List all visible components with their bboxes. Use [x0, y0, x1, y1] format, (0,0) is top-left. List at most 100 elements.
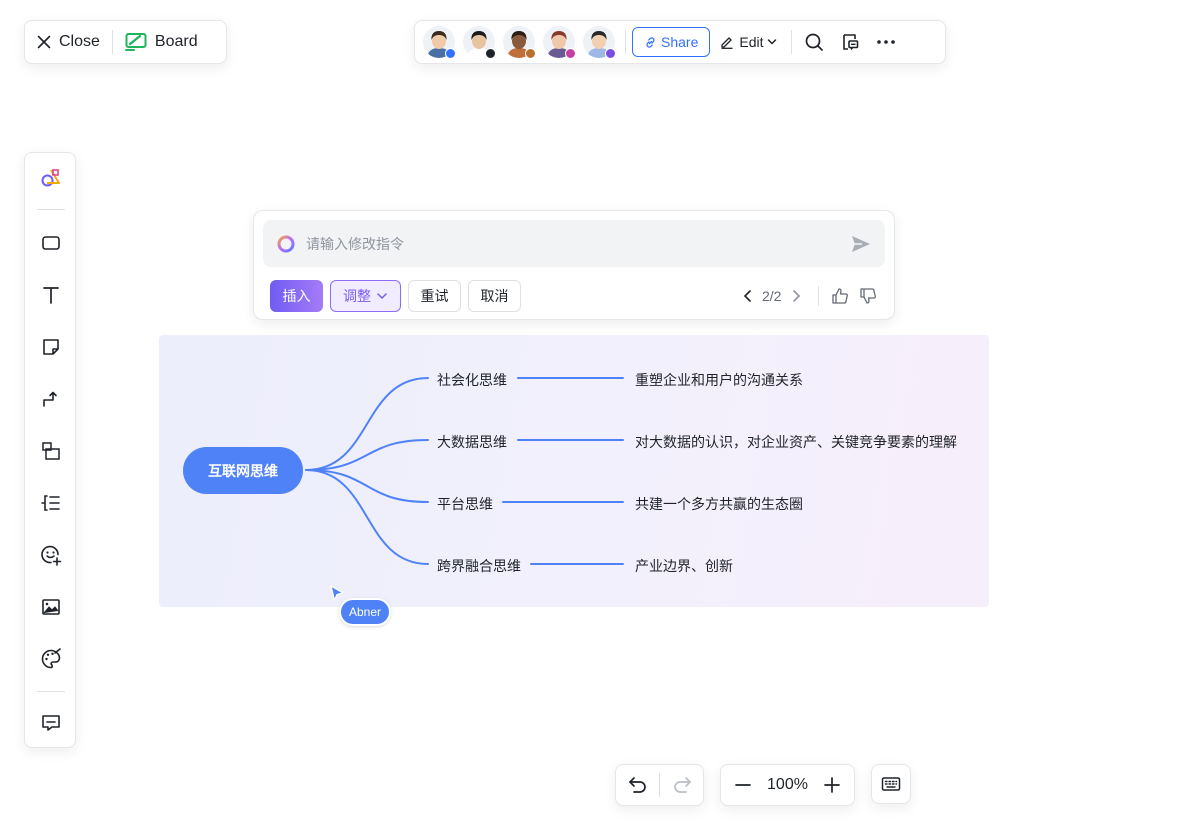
board-button[interactable]: Board	[113, 20, 210, 64]
pen-icon	[721, 37, 733, 49]
image-icon	[42, 599, 60, 615]
keyboard-icon	[881, 777, 901, 791]
divider	[37, 691, 65, 692]
undo-icon	[628, 777, 646, 793]
zoom-level[interactable]: 100%	[767, 776, 808, 794]
link-icon	[646, 36, 655, 48]
image-tool[interactable]	[25, 587, 77, 627]
presence-status-dot	[485, 48, 496, 59]
cursor-pointer-icon	[330, 585, 344, 601]
history-controls	[615, 764, 704, 806]
frame-icon	[42, 442, 60, 460]
branch-node[interactable]: 跨界融合思维	[437, 556, 521, 576]
comments-panel-button[interactable]	[832, 24, 868, 60]
branch-node[interactable]: 大数据思维	[437, 432, 507, 452]
divider	[791, 30, 793, 54]
undo-button[interactable]	[616, 765, 659, 805]
result-pager: 2/2	[762, 288, 782, 304]
branch-node[interactable]: 平台思维	[437, 494, 493, 514]
board-label: Board	[154, 33, 198, 50]
avatar[interactable]	[503, 26, 536, 59]
ai-shapes-tool[interactable]	[25, 158, 77, 198]
sticky-note-tool[interactable]	[25, 327, 77, 367]
close-button[interactable]: Close	[25, 20, 112, 64]
mindmap-icon	[41, 495, 60, 511]
insert-button[interactable]: 插入	[270, 280, 323, 312]
adjust-label: 调整	[343, 288, 371, 304]
redo-button[interactable]	[660, 765, 703, 805]
mindmap-root-node[interactable]: 互联网思维	[183, 447, 303, 494]
divider	[818, 286, 819, 306]
chevron-left-icon[interactable]	[742, 289, 754, 303]
avatar[interactable]	[543, 26, 576, 59]
emoji-sticker-tool[interactable]	[25, 535, 77, 575]
frame-tool[interactable]	[25, 431, 77, 471]
adjust-dropdown[interactable]: 调整	[330, 280, 401, 312]
keyboard-shortcuts-button[interactable]	[871, 764, 911, 804]
zoom-out-button[interactable]	[725, 767, 761, 803]
send-icon[interactable]	[851, 235, 871, 253]
share-button[interactable]: Share	[632, 27, 711, 57]
ai-instruction-input[interactable]	[304, 234, 828, 253]
comment-icon	[42, 715, 60, 731]
chevron-right-icon[interactable]	[790, 289, 802, 303]
collaboration-toolbar: Share Edit	[414, 20, 946, 64]
retry-label: 重试	[420, 288, 449, 304]
rectangle-tool[interactable]	[25, 223, 77, 263]
thumbs-down-icon[interactable]	[859, 287, 877, 305]
close-icon	[37, 35, 51, 49]
presence-status-dot	[525, 48, 536, 59]
edit-mode-dropdown[interactable]: Edit	[710, 27, 787, 57]
text-tool[interactable]	[25, 275, 77, 315]
shapes-logo-icon	[41, 169, 60, 187]
branch-node[interactable]: 社会化思维	[437, 370, 507, 390]
avatar[interactable]	[463, 26, 496, 59]
collaborator-cursor-label: Abner	[339, 598, 392, 626]
comment-list-icon	[843, 34, 859, 50]
root-node-label: 互联网思维	[208, 462, 278, 479]
search-button[interactable]	[796, 24, 832, 60]
palette-tool[interactable]	[25, 639, 77, 679]
insert-label: 插入	[282, 288, 311, 304]
divider	[625, 30, 626, 54]
cancel-button[interactable]: 取消	[468, 280, 521, 312]
left-tool-palette	[24, 152, 76, 748]
presence-status-dot	[445, 48, 456, 59]
cancel-label: 取消	[480, 288, 509, 304]
rectangle-icon	[42, 236, 60, 250]
chevron-down-icon	[768, 39, 777, 45]
share-label: Share	[661, 34, 699, 50]
presence-status-dot	[565, 48, 576, 59]
redo-icon	[673, 777, 691, 793]
text-icon	[43, 287, 59, 304]
connector-tool[interactable]	[25, 379, 77, 419]
more-button[interactable]	[868, 24, 904, 60]
ai-ring-icon	[277, 235, 295, 252]
detail-node[interactable]: 共建一个多方共赢的生态圈	[635, 494, 803, 514]
retry-button[interactable]: 重试	[408, 280, 461, 312]
minus-icon	[735, 784, 751, 786]
collaborator-avatars	[423, 26, 623, 59]
divider	[37, 209, 65, 210]
chevron-down-icon	[377, 293, 387, 300]
top-left-toolbar: Close Board	[24, 20, 227, 64]
comment-tool[interactable]	[25, 703, 77, 743]
zoom-in-button[interactable]	[814, 767, 850, 803]
sticky-note-icon	[43, 339, 59, 355]
board-icon	[124, 33, 147, 51]
thumbs-up-icon[interactable]	[831, 287, 849, 305]
avatar[interactable]	[423, 26, 456, 59]
palette-icon	[41, 648, 61, 669]
close-label: Close	[59, 33, 100, 50]
mindmap-tool[interactable]	[25, 483, 77, 523]
ai-prompt-panel: 插入 调整 重试 取消 2/2	[253, 210, 895, 320]
emoji-add-icon	[41, 545, 62, 566]
edit-label: Edit	[739, 34, 764, 50]
avatar[interactable]	[583, 26, 616, 59]
detail-node[interactable]: 对大数据的认识，对企业资产、关键竞争要素的理解	[635, 432, 957, 452]
detail-node[interactable]: 重塑企业和用户的沟通关系	[635, 370, 803, 390]
detail-node[interactable]: 产业边界、创新	[635, 556, 733, 576]
zoom-controls: 100%	[720, 764, 855, 806]
ai-instruction-field	[263, 220, 885, 267]
plus-icon	[824, 777, 840, 793]
